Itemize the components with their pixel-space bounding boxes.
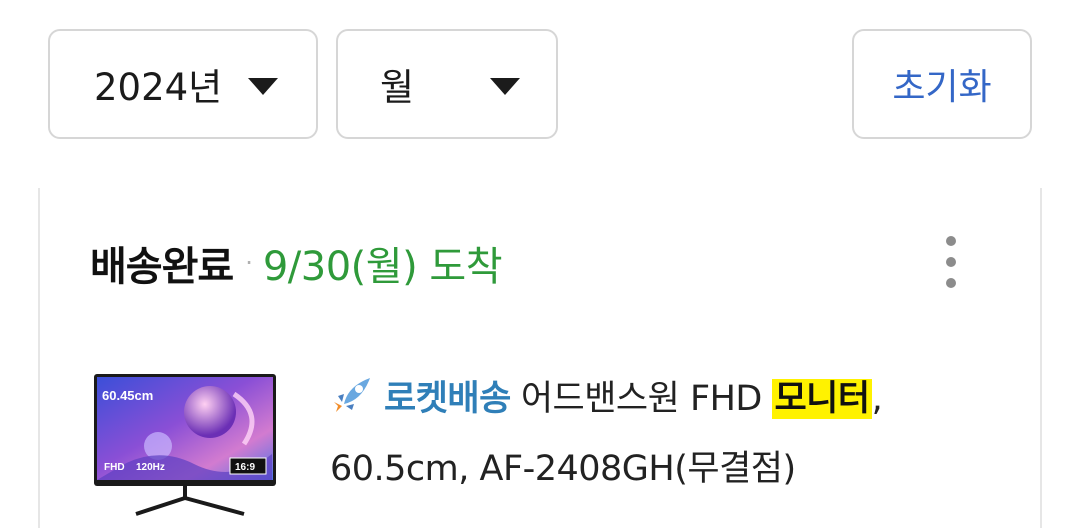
arrival-date: 9/30(월) 도착 (262, 244, 503, 290)
product-thumbnail[interactable]: 60.45cm FHD 120Hz 16:9 (94, 374, 276, 524)
product-title-line2: 60.5cm, AF-2408GH(무결점) (330, 449, 796, 489)
thumbnail-ratio: 16:9 (235, 462, 255, 473)
product-title-part1: 어드밴스원 FHD (520, 379, 773, 419)
year-select-value: 2024년 (94, 66, 223, 109)
month-select[interactable]: 월 (336, 29, 558, 139)
product-title-part2: , (871, 379, 883, 419)
year-select[interactable]: 2024년 (48, 29, 318, 139)
rocket-delivery-label: 로켓배송 (384, 379, 511, 419)
delivery-status-line: 배송완료 · 9/30(월) 도착 (90, 234, 503, 292)
rocket-icon (334, 378, 370, 412)
month-select-value: 월 (380, 66, 415, 109)
delivery-status: 배송완료 (90, 244, 234, 290)
product-title[interactable]: 로켓배송 어드밴스원 FHD 모니터, 60.5cm, AF-2408GH(무결점) (330, 364, 950, 504)
reset-button[interactable]: 초기화 (852, 29, 1032, 139)
chevron-down-icon (490, 78, 520, 95)
thumbnail-size: 60.45cm (102, 388, 153, 403)
reset-button-label: 초기화 (892, 67, 992, 108)
chevron-down-icon (248, 78, 278, 95)
order-card: 배송완료 · 9/30(월) 도착 60.45cm FHD 120Hz 16:9… (38, 188, 1042, 528)
status-separator: · (245, 249, 253, 277)
search-highlight: 모니터 (772, 379, 872, 419)
thumbnail-fhd: FHD (104, 462, 125, 473)
thumbnail-hz: 120Hz (136, 462, 165, 473)
more-options-icon[interactable] (938, 236, 964, 288)
